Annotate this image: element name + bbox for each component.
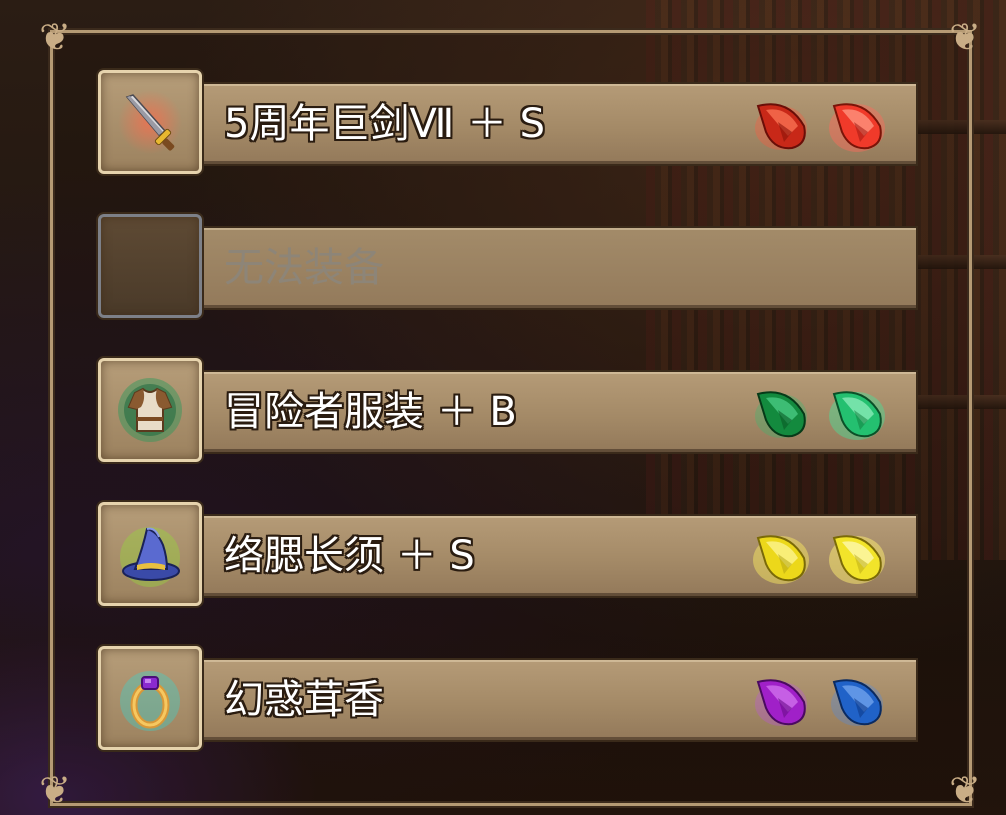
equipment-slot-bar[interactable]: 无法装备 xyxy=(202,226,918,310)
equipment-slot-bar[interactable]: 络腮长须 ＋ S xyxy=(202,514,918,598)
equipment-slot-accessory[interactable]: 幻惑茸香 xyxy=(98,646,920,752)
corner-ornament-icon: ❦ xyxy=(39,768,71,812)
item-name-label: 络腮长须 ＋ S xyxy=(224,533,475,579)
equipment-slot-empty[interactable]: 无法装备 xyxy=(98,214,920,320)
sword-icon xyxy=(118,90,182,154)
equipment-slot-head[interactable]: 络腮长须 ＋ S xyxy=(98,502,920,608)
armor-icon xyxy=(118,378,182,442)
purple-gem-icon xyxy=(755,679,807,726)
corner-ornament-icon: ❦ xyxy=(949,768,981,812)
red-gem-icon xyxy=(755,103,807,150)
green-gem-icon xyxy=(755,391,807,438)
empty-slot-frame[interactable] xyxy=(98,214,202,318)
item-icon-frame[interactable] xyxy=(98,646,202,750)
equipment-slot-bar[interactable]: 5周年巨剑Ⅶ ＋ S xyxy=(202,82,918,166)
corner-ornament-icon: ❦ xyxy=(949,15,981,59)
equipment-slot-bar[interactable]: 冒险者服装 ＋ B xyxy=(202,370,918,454)
equipment-slot-bar[interactable]: 幻惑茸香 xyxy=(202,658,918,742)
equipment-slot-armor[interactable]: 冒险者服装 ＋ B xyxy=(98,358,920,464)
blue-gem-icon xyxy=(831,679,883,726)
item-icon-frame[interactable] xyxy=(98,358,202,462)
item-name-label: 幻惑茸香 xyxy=(224,677,384,723)
yellow-gem-icon xyxy=(829,535,885,584)
ring-icon xyxy=(120,671,180,731)
cannot-equip-label: 无法装备 xyxy=(224,245,384,291)
red-gem-icon xyxy=(829,103,885,152)
green-gem-icon xyxy=(829,391,885,440)
corner-ornament-icon: ❦ xyxy=(39,15,71,59)
wizard-hat-icon xyxy=(120,527,180,587)
item-name-label: 冒险者服装 ＋ B xyxy=(224,389,517,435)
item-name-label: 5周年巨剑Ⅶ ＋ S xyxy=(224,101,546,147)
item-icon-frame[interactable] xyxy=(98,70,202,174)
item-icon-frame[interactable] xyxy=(98,502,202,606)
yellow-gem-icon xyxy=(753,535,809,584)
equipment-slot-weapon[interactable]: 5周年巨剑Ⅶ ＋ S xyxy=(98,70,920,176)
